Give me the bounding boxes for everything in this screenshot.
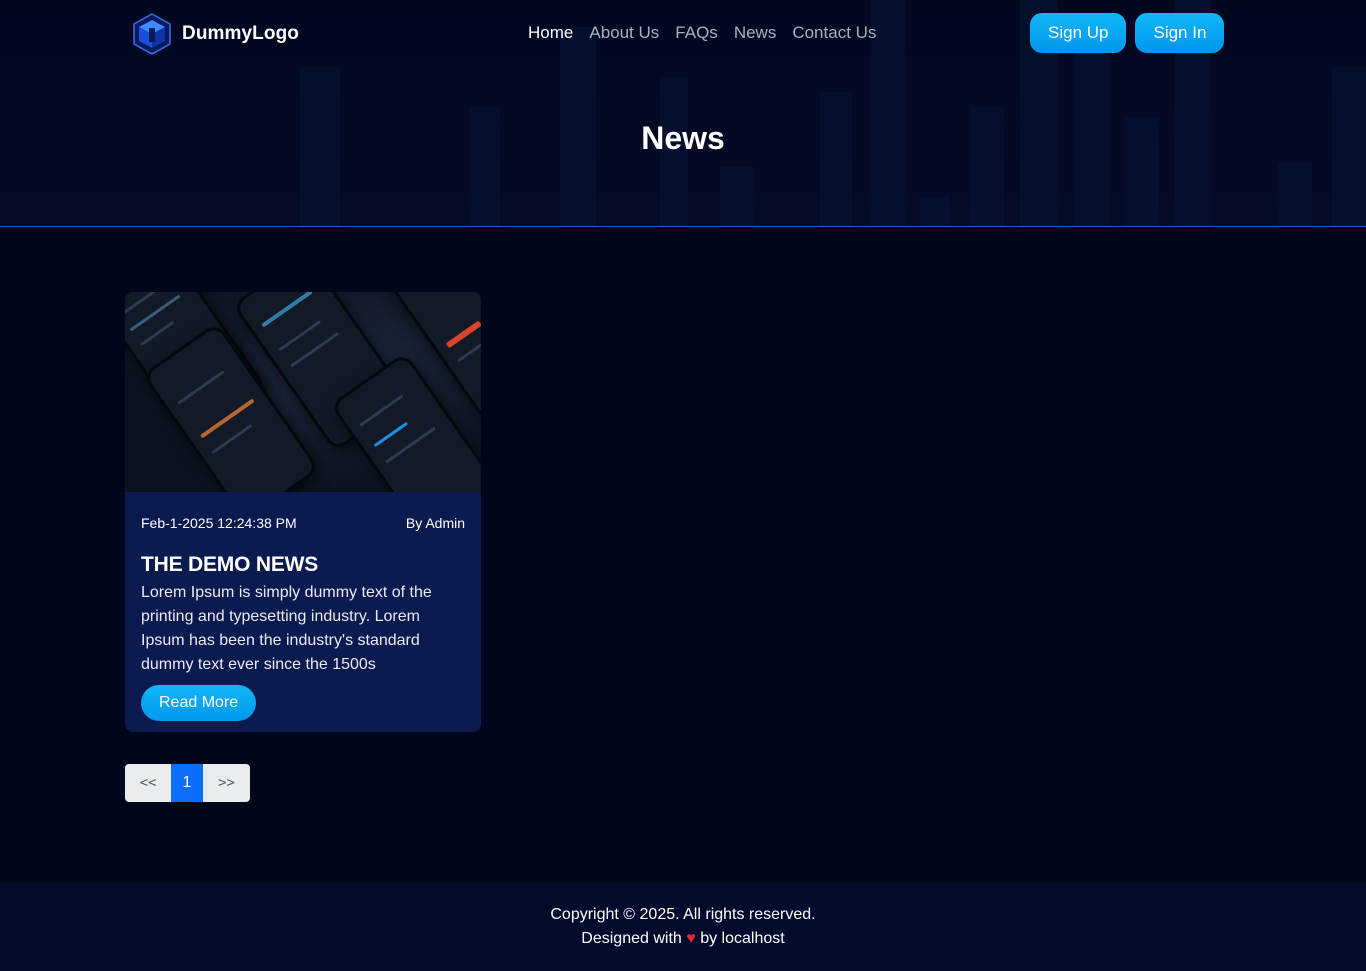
news-date: Feb-1-2025 12:24:38 PM	[141, 515, 297, 531]
nav-item-faqs[interactable]: FAQs	[675, 23, 718, 43]
news-excerpt: Lorem Ipsum is simply dummy text of the …	[141, 584, 432, 673]
footer-credit: Designed with ♥ by localhost	[0, 930, 1366, 948]
news-meta: Feb-1-2025 12:24:38 PM By Admin	[141, 515, 465, 531]
read-more-button[interactable]: Read More	[141, 685, 257, 721]
heart-icon: ♥	[686, 930, 696, 947]
nav-item-contact-us[interactable]: Contact Us	[792, 23, 876, 43]
hero-header: DummyLogo Home About Us FAQs News Contac…	[0, 0, 1366, 227]
auth-buttons: Sign Up Sign In	[1030, 13, 1225, 53]
news-title: THE DEMO NEWS	[141, 553, 319, 576]
footer-copyright: Copyright © 2025. All rights reserved.	[550, 906, 816, 923]
sign-up-button[interactable]: Sign Up	[1030, 13, 1127, 53]
sign-in-button[interactable]: Sign In	[1135, 13, 1225, 53]
brand-name: DummyLogo	[182, 23, 300, 44]
brand-logo[interactable]: DummyLogo	[130, 12, 299, 56]
nav-item-about-us[interactable]: About Us	[589, 23, 659, 43]
news-author: By Admin	[405, 515, 465, 531]
cube-logo-icon	[133, 13, 171, 55]
pagination-prev-button[interactable]: <<	[125, 764, 171, 802]
main-nav: Home About Us FAQs News Contact Us	[528, 23, 876, 43]
footer-credit-suffix: by localhost	[700, 930, 785, 947]
pagination-page-1[interactable]: 1	[171, 764, 203, 802]
footer: Copyright © 2025. All rights reserved. D…	[0, 883, 1366, 971]
pagination-next-button[interactable]: >>	[203, 764, 250, 802]
nav-item-news[interactable]: News	[734, 23, 777, 43]
footer-credit-prefix: Designed with	[581, 930, 682, 947]
phone-app-mockups-image	[125, 292, 481, 492]
page-title: News	[641, 120, 725, 156]
news-card: Feb-1-2025 12:24:38 PM By Admin THE DEMO…	[125, 292, 481, 732]
pagination: << 1 >>	[125, 764, 250, 802]
navbar: DummyLogo Home About Us FAQs News Contac…	[0, 0, 1366, 68]
nav-item-home[interactable]: Home	[528, 23, 573, 43]
